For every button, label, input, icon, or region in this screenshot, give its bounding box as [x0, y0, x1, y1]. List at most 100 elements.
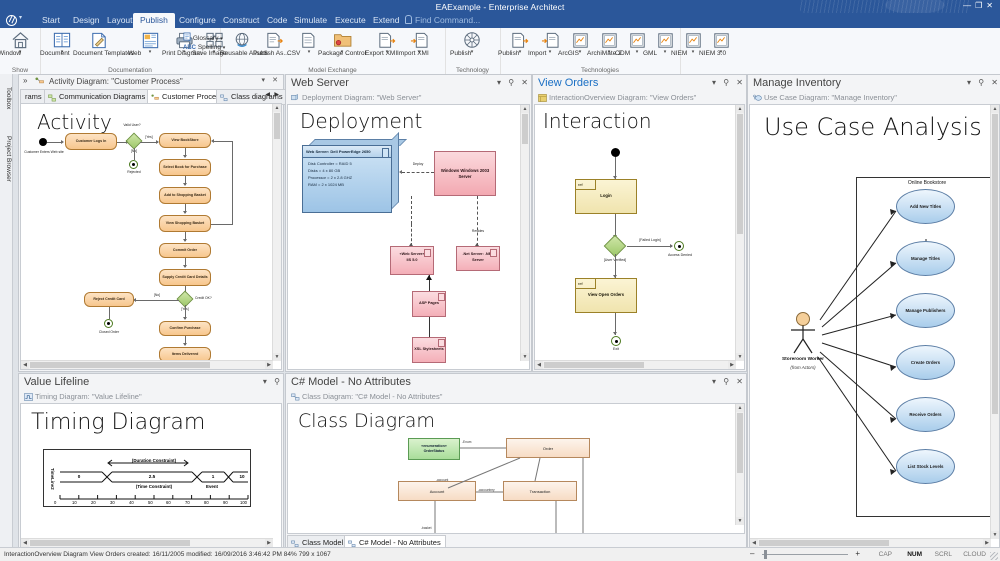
panel-menu-icon[interactable]: ▾	[263, 377, 267, 386]
scroll-down-icon[interactable]: ▼	[991, 531, 999, 539]
activity-horizontal-scrollbar[interactable]: ◀ ▶	[21, 360, 273, 369]
inventory-horizontal-scrollbar[interactable]: ◀ ▶	[750, 538, 991, 547]
interaction-frame-login[interactable]: ref Login	[575, 179, 637, 214]
class-node-order[interactable]: Order	[506, 438, 590, 458]
restore-button[interactable]: ❐	[975, 1, 986, 10]
activity-node-reject-credit-card[interactable]: Reject Credit Card	[84, 292, 134, 307]
use-case-receive-orders[interactable]: Receive Orders	[896, 397, 955, 432]
component-net-server[interactable]: .Net Server: .NET Server	[456, 246, 500, 271]
panel-close-icon[interactable]: ✕	[736, 78, 743, 87]
deployment-diagram-canvas[interactable]: Deployment Web Server: Dell PowerEdge 26…	[287, 104, 530, 370]
webserver-vertical-scrollbar[interactable]: ▲ ▼	[520, 105, 529, 361]
panel-close-icon[interactable]: ✕	[521, 78, 528, 87]
scroll-down-icon[interactable]: ▼	[736, 353, 744, 361]
doc-tab-nav-right[interactable]: ▶	[274, 91, 279, 98]
use-case-add-new-titles[interactable]: Add New Titles	[896, 189, 955, 224]
use-case-diagram-canvas[interactable]: Use Case Analysis Online Bookstore Store…	[749, 104, 1000, 548]
ribbon-button-technology-publish[interactable]: Publish ▾	[450, 30, 494, 57]
scroll-right-icon[interactable]: ▶	[983, 539, 991, 547]
ribbon-small-glossary[interactable]: Glossary ▾	[183, 32, 223, 42]
activity-diagram-canvas[interactable]: Activity Customer Enters Web site Custom…	[20, 103, 282, 370]
chevron-down-icon[interactable]: ▾	[19, 15, 22, 21]
activity-node-view-bookstore[interactable]: View BookStore	[159, 133, 211, 148]
vieworders-vertical-scrollbar[interactable]: ▲ ▼	[735, 105, 744, 361]
ribbon-tab-construct[interactable]: Construct	[216, 13, 266, 28]
activity-node-view-basket[interactable]: View Shopping Basket	[159, 215, 211, 232]
deployment-node-windows-2003[interactable]: Windows Windows 2003 Server	[434, 151, 496, 196]
panel-close-icon[interactable]: ✕	[272, 76, 278, 84]
use-case-manage-publishers[interactable]: Manage Publishers	[896, 293, 955, 328]
panel-menu-icon[interactable]: ▾	[261, 76, 265, 84]
vertical-tab-project-browser[interactable]: Project Browser	[0, 124, 12, 194]
panel-menu-icon[interactable]: ▾	[967, 78, 971, 87]
class-node-orderstatus[interactable]: «enumeration» OrderStatus	[408, 438, 460, 460]
scroll-up-icon[interactable]: ▲	[736, 404, 744, 412]
classmodel-vertical-scrollbar[interactable]: ▲ ▼	[735, 404, 744, 525]
use-case-manage-titles[interactable]: Manage Titles	[896, 241, 955, 276]
scroll-thumb[interactable]	[30, 540, 190, 546]
scroll-thumb[interactable]	[992, 114, 998, 414]
resize-grip[interactable]	[990, 552, 998, 560]
class-node-transaction[interactable]: Transaction	[503, 481, 577, 501]
scroll-up-icon[interactable]: ▲	[991, 105, 999, 113]
scroll-up-icon[interactable]: ▲	[736, 105, 744, 113]
activity-node-supply-credit-card[interactable]: Supply Credit Card Details	[159, 269, 211, 286]
scroll-thumb[interactable]	[544, 362, 644, 368]
timing-diagram-canvas[interactable]: Timing Diagram TimeLine2 0 2.5 1 10 (Dur…	[20, 403, 282, 548]
find-command-box[interactable]: Find Command...	[405, 13, 480, 28]
scroll-thumb[interactable]	[274, 113, 280, 139]
scroll-down-icon[interactable]: ▼	[521, 353, 529, 361]
timing-lifeline-frame[interactable]: TimeLine2 0 2.5 1 10 (Duration Constrain…	[43, 449, 251, 507]
deployment-node-web-server[interactable]: Web Server: Dell PowerEdge 2650 Disk Con…	[302, 132, 407, 213]
scroll-right-icon[interactable]: ▶	[265, 539, 273, 547]
ribbon-button-package-control[interactable]: Package Control ▾	[318, 30, 366, 57]
ribbon-button-document-templates[interactable]: Document Templates	[73, 30, 134, 57]
class-node-account[interactable]: Account	[398, 481, 476, 501]
scroll-up-icon[interactable]: ▲	[521, 105, 529, 113]
doc-tab-nav-left[interactable]: ◀	[265, 91, 270, 98]
panel-menu-icon[interactable]: ▾	[497, 78, 501, 87]
scroll-right-icon[interactable]: ▶	[728, 361, 736, 369]
zoom-slider-track[interactable]	[762, 554, 848, 555]
interaction-frame-view-open-orders[interactable]: ref View Open Orders	[575, 278, 637, 313]
ribbon-small-spelling[interactable]: ABC Spelling ▾	[183, 44, 225, 51]
scroll-left-icon[interactable]: ◀	[21, 539, 29, 547]
scroll-thumb[interactable]	[759, 540, 889, 546]
activity-node-select-book[interactable]: Select Book for Purchase	[159, 159, 211, 176]
scroll-thumb[interactable]	[522, 114, 528, 144]
activity-node-commit-order[interactable]: Commit Order	[159, 243, 211, 258]
activity-node-confirm-purchase[interactable]: Confirm Purchase	[159, 321, 211, 336]
ribbon-tab-extend[interactable]: Extend	[366, 13, 406, 28]
use-case-list-stock-levels[interactable]: List Stock Levels	[896, 449, 955, 484]
scroll-left-icon[interactable]: ◀	[535, 361, 543, 369]
scroll-thumb[interactable]	[737, 114, 743, 234]
ribbon-button-window[interactable]: Window ▾	[0, 30, 42, 57]
scroll-right-icon[interactable]: ▶	[265, 361, 273, 369]
minimize-button[interactable]: —	[963, 1, 975, 10]
timing-horizontal-scrollbar[interactable]: ◀ ▶	[21, 538, 273, 547]
panel-pin-icon[interactable]: ⚲	[723, 78, 729, 87]
class-diagram-canvas[interactable]: Class Diagram «enumeration» OrderStatus …	[287, 403, 745, 534]
quick-access-toolbar[interactable]: ▾	[6, 14, 34, 27]
panel-menu-icon[interactable]: ▾	[712, 78, 716, 87]
activity-node-add-to-basket[interactable]: Add to Shopping Basket	[159, 187, 211, 204]
inventory-vertical-scrollbar[interactable]: ▲ ▼	[990, 105, 999, 539]
vertical-tab-toolbox[interactable]: Toolbox	[0, 78, 12, 118]
component-web-server-iis[interactable]: «Web Server» IIS 5.0	[390, 246, 434, 275]
scroll-down-icon[interactable]: ▼	[273, 353, 281, 361]
scroll-down-icon[interactable]: ▼	[736, 517, 744, 525]
panel-close-icon[interactable]: ✕	[736, 377, 743, 386]
activity-node-customer-logs-in[interactable]: Customer Logs In	[65, 133, 117, 150]
scroll-up-icon[interactable]: ▲	[273, 104, 281, 112]
use-case-create-orders[interactable]: Create Orders	[896, 345, 955, 380]
ribbon-tab-start[interactable]: Start	[35, 13, 67, 28]
panel-pin-icon[interactable]: ⚲	[274, 377, 280, 386]
scroll-left-icon[interactable]: ◀	[750, 539, 758, 547]
zoom-slider-knob[interactable]	[764, 550, 767, 559]
scroll-thumb[interactable]	[737, 413, 743, 473]
zoom-in-button[interactable]: +	[855, 550, 860, 558]
interaction-overview-canvas[interactable]: Interaction ref Login [User Verified] [F…	[534, 104, 745, 370]
panel-menu-icon[interactable]: ▾	[712, 377, 716, 386]
zoom-control[interactable]: – +	[750, 550, 860, 559]
ribbon-button-niem30[interactable]: NIEM 3.0 ▾	[699, 30, 743, 57]
